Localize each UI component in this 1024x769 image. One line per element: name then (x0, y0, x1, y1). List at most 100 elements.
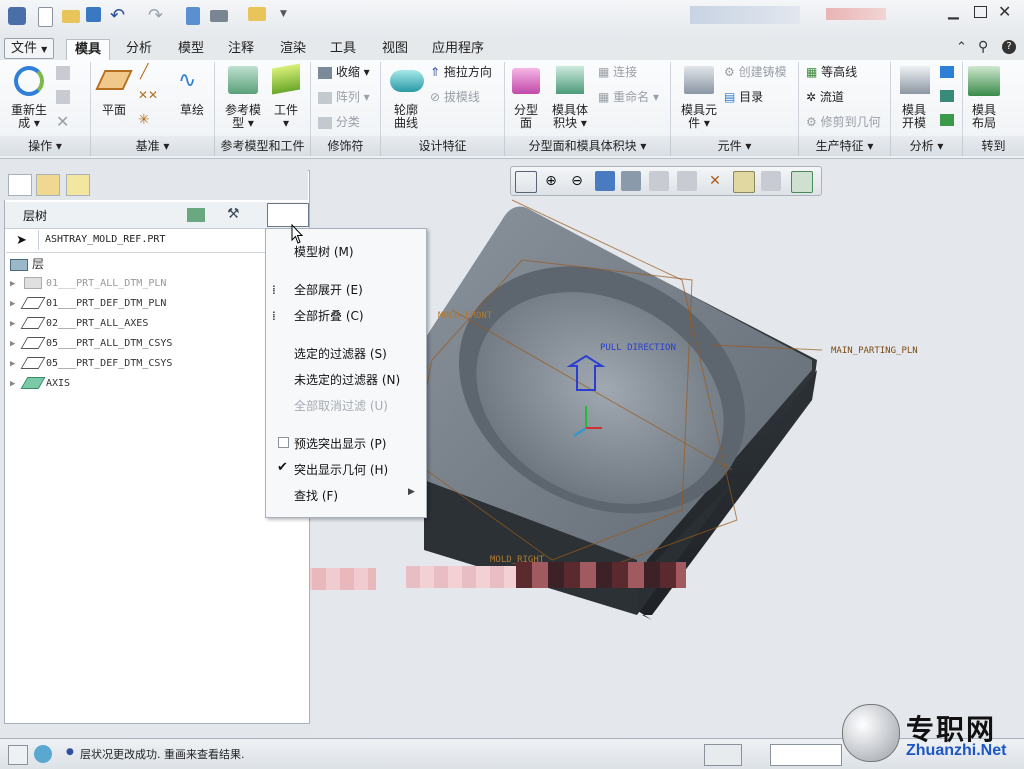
layer-row[interactable]: ▶ AXIS (10, 374, 70, 394)
layer-row[interactable]: ▶ 01___PRT_ALL_DTM_PLN (10, 274, 166, 294)
selection-filter-field[interactable] (770, 744, 842, 766)
save-icon[interactable] (86, 7, 101, 22)
expand-icon[interactable]: ▶ (10, 294, 22, 314)
group-components[interactable]: 元件 ▾ (671, 136, 799, 156)
app-logo-icon[interactable] (8, 7, 26, 25)
menu-find[interactable]: 查找 (F) (294, 487, 338, 504)
parting-surface-button[interactable]: 分型面 (508, 104, 544, 130)
ribbon-minimize-icon[interactable]: ⌃ (956, 40, 967, 55)
copy-icon[interactable] (56, 66, 70, 80)
reference-model-icon[interactable] (228, 66, 258, 94)
favorites-tab-icon[interactable] (66, 174, 90, 196)
layer-row[interactable]: ▶ 05___PRT_DEF_DTM_CSYS (10, 354, 172, 374)
tab-view[interactable]: 视图 (374, 39, 416, 59)
group-datum[interactable]: 基准 ▾ (91, 136, 215, 156)
tab-tools[interactable]: 工具 (322, 39, 364, 59)
layer-row[interactable]: ▶ 05___PRT_ALL_DTM_CSYS (10, 334, 172, 354)
mold-component-button[interactable]: 模具元件 ▾ (676, 104, 722, 130)
drag-direction-button[interactable]: ⇑ 拖拉方向 (430, 64, 492, 80)
group-production-features[interactable]: 生产特征 ▾ (799, 136, 891, 156)
mold-volume-button[interactable]: 模具体 积块 ▾ (548, 104, 592, 130)
saved-views-icon[interactable] (649, 171, 669, 191)
folder-browser-tab-icon[interactable] (36, 174, 60, 196)
status-grid-button[interactable] (704, 744, 742, 766)
tab-applications[interactable]: 应用程序 (424, 39, 492, 59)
tab-analysis[interactable]: 分析 (118, 39, 160, 59)
mold-open-icon[interactable] (900, 66, 930, 94)
tab-mold[interactable]: 模具 (66, 39, 111, 61)
menu-preselect-highlight[interactable]: 预选突出显示 (P) (294, 435, 386, 452)
menu-highlight-geometry[interactable]: 突出显示几何 (H) (294, 461, 388, 478)
regenerate-button[interactable]: 重新生成 ▾ (6, 104, 52, 130)
reference-model-button[interactable]: 参考模型 ▾ (220, 104, 266, 130)
analysis-a-icon[interactable] (940, 66, 954, 78)
display-style-icon[interactable] (621, 171, 641, 191)
analysis-b-icon[interactable] (940, 90, 954, 102)
spin-center-icon[interactable] (761, 171, 781, 191)
group-parting-volume[interactable]: 分型面和模具体积块 ▾ (505, 136, 671, 156)
tab-model[interactable]: 模型 (170, 39, 212, 59)
restore-icon[interactable] (974, 6, 987, 18)
minimize-icon[interactable]: ▁ (948, 4, 959, 20)
contour-curve-button[interactable]: 轮廓 曲线 (386, 104, 426, 130)
workpiece-icon[interactable] (272, 63, 300, 95)
sketch-icon[interactable]: ∿ (178, 68, 208, 94)
redo-icon[interactable]: ↷ (148, 7, 166, 25)
navigator-toggle-icon[interactable] (8, 745, 28, 765)
tab-file[interactable]: 文件 ▼ (4, 38, 55, 59)
close-icon[interactable]: ✕ (998, 2, 1011, 21)
draft-line-button[interactable]: ⊘ 拔模线 (430, 89, 480, 105)
axis-icon[interactable]: ╱ (140, 64, 148, 80)
model-tree-tab-icon[interactable] (8, 174, 32, 196)
select-pointer-icon[interactable]: ➤ (16, 233, 27, 248)
tab-render[interactable]: 渲染 (272, 39, 314, 59)
menu-clear-all-filters[interactable]: 全部取消过滤 (U) (294, 397, 388, 414)
new-file-icon[interactable] (38, 7, 53, 27)
csys-icon[interactable]: ✳ (138, 112, 150, 128)
mold-layout-icon[interactable] (968, 66, 1000, 96)
menu-unselected-filter[interactable]: 未选定的过滤器 (N) (294, 371, 400, 388)
connect-button[interactable]: ▦ 连接 (598, 64, 637, 80)
paste-icon[interactable] (56, 90, 70, 104)
zoom-out-icon[interactable]: ⊖ (567, 171, 587, 191)
menu-selected-filter[interactable]: 选定的过滤器 (S) (294, 345, 387, 362)
mold-component-icon[interactable] (684, 66, 714, 94)
contour-curve-icon[interactable] (390, 70, 424, 92)
group-analysis[interactable]: 分析 ▾ (891, 136, 963, 156)
layer-root[interactable]: 层 (8, 254, 44, 274)
menu-collapse-all[interactable]: 全部折叠 (C) (294, 307, 364, 324)
expand-icon[interactable]: ▶ (10, 354, 22, 374)
workpiece-button[interactable]: 工件 ▾ (268, 104, 304, 130)
shrink-button[interactable]: 收缩 ▾ (318, 64, 370, 80)
regenerate-quick-icon[interactable] (186, 7, 200, 25)
repaint-icon[interactable] (595, 171, 615, 191)
close-window-icon[interactable] (248, 7, 266, 21)
expand-icon[interactable]: ▶ (10, 334, 22, 354)
open-folder-icon[interactable] (62, 10, 80, 23)
zoom-in-icon[interactable]: ⊕ (541, 171, 561, 191)
search-icon[interactable]: ⚲ (978, 39, 988, 55)
browser-toggle-icon[interactable] (34, 745, 52, 763)
settings-icon[interactable]: ⚒ (227, 206, 240, 222)
point-icon[interactable]: ✕✕ (138, 88, 158, 102)
layer-icon[interactable] (187, 208, 205, 222)
pattern-button[interactable]: 阵列 ▾ (318, 89, 370, 105)
regenerate-icon[interactable] (14, 66, 44, 96)
delete-icon[interactable]: ✕ (56, 112, 69, 131)
layer-row[interactable]: ▶ 02___PRT_ALL_AXES (10, 314, 148, 334)
expand-icon[interactable]: ▶ (10, 274, 22, 294)
refit-icon[interactable] (515, 171, 537, 193)
help-icon[interactable]: ? (1002, 40, 1016, 54)
customize-dropdown-icon[interactable]: ▼ (280, 9, 287, 19)
mold-open-button[interactable]: 模具 开模 (896, 104, 932, 130)
runner-button[interactable]: ✲ 流道 (806, 89, 844, 105)
rename-button[interactable]: ▦ 重命名 ▾ (598, 89, 659, 105)
parting-surface-icon[interactable] (512, 68, 540, 94)
view-manager-icon[interactable] (677, 171, 697, 191)
plane-button[interactable]: 平面 (96, 104, 132, 117)
datum-display-icon[interactable]: ✕ (705, 171, 725, 191)
group-operations[interactable]: 操作 ▾ (0, 136, 91, 156)
create-casting-button[interactable]: ⚙ 创建铸模 (724, 64, 787, 80)
classify-button[interactable]: 分类 (318, 114, 360, 130)
windows-icon[interactable] (210, 10, 228, 22)
